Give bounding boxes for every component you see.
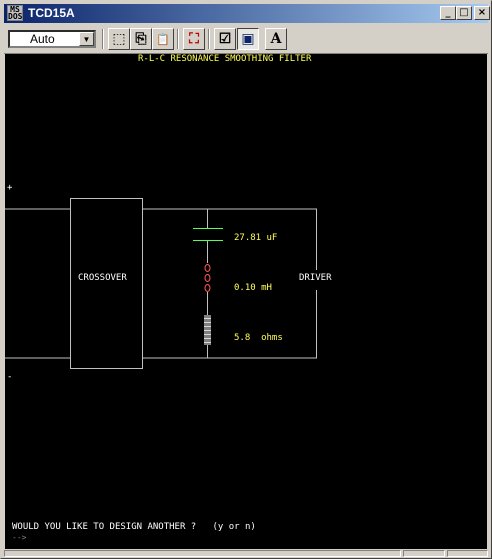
background-button[interactable]: ▣	[237, 28, 259, 50]
dos-window: MS DOS TCD15A _ □ × Auto ▼ ⬚ ⎘ 📋 ⛶ ☑ ▣ A …	[0, 0, 492, 559]
crossover-label: CROSSOVER	[78, 273, 127, 283]
properties-button[interactable]: ☑	[214, 28, 236, 50]
minimize-icon: _	[445, 7, 451, 18]
copy-icon: ⎘	[135, 31, 147, 47]
negative-terminal-label: -	[7, 372, 13, 382]
font-button[interactable]: A	[265, 28, 287, 50]
inductor-symbol	[204, 264, 211, 292]
design-another-prompt: WOULD YOU LIKE TO DESIGN ANOTHER ? (y or…	[12, 522, 256, 532]
close-button[interactable]: ×	[474, 6, 490, 20]
maximize-icon: □	[459, 7, 469, 18]
inductance-value: 0.10 mH	[234, 283, 272, 293]
status-panel-3	[447, 550, 488, 557]
console-screen[interactable]: R-L-C RESONANCE SMOOTHING FILTER + - CRO…	[5, 54, 487, 549]
title-bar[interactable]: MS DOS TCD15A _ □ ×	[4, 4, 490, 23]
copy-button[interactable]: ⎘	[130, 28, 152, 50]
toolbar-separator	[102, 29, 104, 49]
toolbar-separator	[208, 29, 210, 49]
status-panel-main	[4, 550, 401, 557]
resistor-symbol	[204, 315, 211, 345]
minimize-button[interactable]: _	[440, 6, 456, 20]
circuit-diagram	[5, 198, 317, 369]
mark-icon: ⬚	[112, 31, 126, 47]
positive-terminal-label: +	[7, 183, 13, 193]
close-icon: ×	[477, 7, 487, 18]
window-title: TCD15A	[28, 6, 75, 20]
resistance-value: 5.8 ohms	[234, 333, 283, 343]
input-cursor[interactable]: -->	[12, 533, 26, 542]
toolbar-separator	[177, 29, 179, 49]
properties-icon: ☑	[218, 31, 232, 47]
font-size-select[interactable]: Auto ▼	[8, 30, 96, 48]
paste-icon: 📋	[156, 33, 170, 46]
paste-button[interactable]: 📋	[152, 28, 174, 50]
toolbar: Auto ▼ ⬚ ⎘ 📋 ⛶ ☑ ▣ A	[4, 25, 488, 54]
capacitor-symbol	[193, 228, 223, 241]
maximize-button[interactable]: □	[456, 6, 472, 20]
mark-button[interactable]: ⬚	[108, 28, 130, 50]
status-bar	[4, 550, 488, 557]
msdos-icon[interactable]: MS DOS	[7, 5, 23, 21]
crossover-box	[70, 198, 143, 369]
background-icon: ▣	[241, 31, 255, 47]
font-icon: A	[270, 31, 282, 47]
fullscreen-icon: ⛶	[189, 31, 199, 47]
font-size-value: Auto	[30, 32, 55, 46]
fullscreen-button[interactable]: ⛶	[183, 28, 205, 50]
chevron-down-icon[interactable]: ▼	[79, 32, 94, 46]
driver-label: DRIVER	[299, 273, 332, 283]
status-panel-2	[403, 550, 445, 557]
capacitance-value: 27.81 uF	[234, 233, 278, 243]
